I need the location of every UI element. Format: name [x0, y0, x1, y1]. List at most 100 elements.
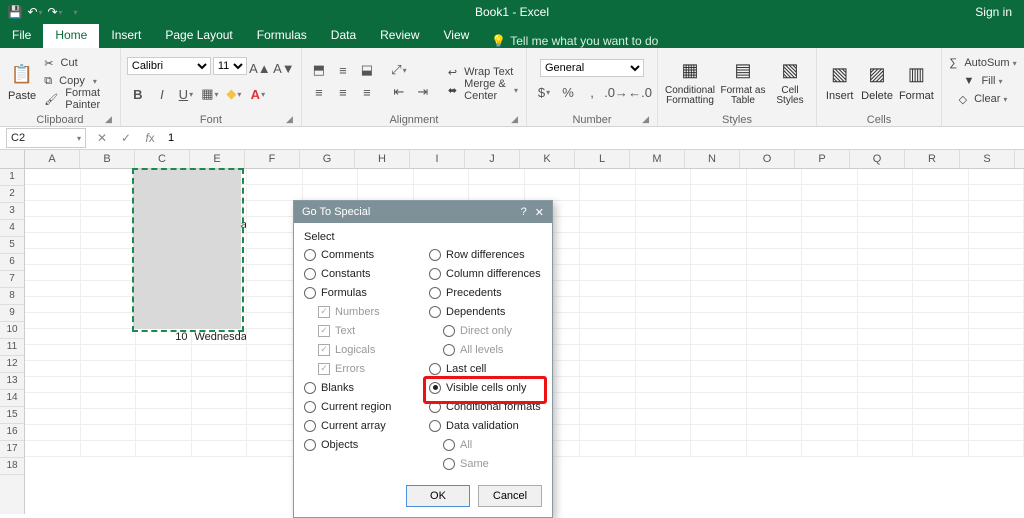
- conditional-formatting-button[interactable]: ▦Conditional Formatting: [664, 56, 716, 106]
- cell[interactable]: [858, 217, 914, 233]
- cell[interactable]: [636, 425, 692, 441]
- cell[interactable]: [25, 169, 81, 185]
- qat-customize-icon[interactable]: ▾: [68, 5, 82, 19]
- align-right-button[interactable]: ≡: [356, 81, 378, 103]
- fill-color-button[interactable]: ◆▾: [223, 83, 245, 105]
- cell[interactable]: [358, 185, 414, 201]
- cell[interactable]: [580, 329, 636, 345]
- cell[interactable]: [25, 185, 81, 201]
- cell[interactable]: [303, 185, 359, 201]
- row-header[interactable]: 9: [0, 305, 24, 322]
- cell[interactable]: [25, 233, 81, 249]
- cell[interactable]: [25, 265, 81, 281]
- cell[interactable]: [747, 233, 803, 249]
- column-header[interactable]: F: [245, 150, 300, 168]
- bold-button[interactable]: B: [127, 83, 149, 105]
- cell[interactable]: [858, 425, 914, 441]
- cell[interactable]: [25, 393, 81, 409]
- cell[interactable]: [691, 425, 747, 441]
- cell[interactable]: [691, 329, 747, 345]
- clear-button[interactable]: ◇ Clear▾: [957, 90, 1010, 108]
- cell[interactable]: [25, 361, 81, 377]
- cell[interactable]: [81, 217, 137, 233]
- cell[interactable]: [525, 185, 581, 201]
- cell[interactable]: [636, 169, 692, 185]
- cell[interactable]: [636, 377, 692, 393]
- cell[interactable]: [469, 169, 525, 185]
- grow-font-button[interactable]: A▲: [249, 57, 271, 79]
- cell[interactable]: 10: [136, 329, 192, 345]
- cell[interactable]: [969, 377, 1024, 393]
- cell[interactable]: [747, 409, 803, 425]
- autosum-button[interactable]: ∑ AutoSum▾: [947, 54, 1018, 72]
- cell[interactable]: [913, 377, 969, 393]
- cell[interactable]: [136, 169, 192, 185]
- cell[interactable]: [802, 185, 858, 201]
- enter-formula-icon[interactable]: ✓: [118, 131, 134, 145]
- cell[interactable]: [969, 345, 1024, 361]
- cell[interactable]: [802, 345, 858, 361]
- cell[interactable]: Friday: [192, 249, 248, 265]
- cell[interactable]: [636, 393, 692, 409]
- column-header[interactable]: R: [905, 150, 960, 168]
- cell[interactable]: [636, 345, 692, 361]
- cell[interactable]: [580, 441, 636, 457]
- cell[interactable]: [913, 281, 969, 297]
- font-size-select[interactable]: 11: [213, 57, 247, 75]
- radio-row-differences[interactable]: Row differences: [429, 247, 542, 262]
- tell-me-search[interactable]: 💡 Tell me what you want to do: [481, 34, 668, 48]
- dialog-help-icon[interactable]: ?: [521, 206, 527, 219]
- cell[interactable]: [81, 249, 137, 265]
- cell[interactable]: [747, 361, 803, 377]
- launcher-icon[interactable]: ◢: [286, 114, 293, 125]
- row-header[interactable]: 3: [0, 203, 24, 220]
- radio-last-cell[interactable]: Last cell: [429, 361, 542, 376]
- cell[interactable]: [858, 281, 914, 297]
- cell[interactable]: [580, 217, 636, 233]
- cell[interactable]: [25, 329, 81, 345]
- formula-input[interactable]: [166, 131, 370, 145]
- cell[interactable]: [25, 409, 81, 425]
- ok-button[interactable]: OK: [406, 485, 470, 507]
- cell[interactable]: [691, 361, 747, 377]
- sign-in-link[interactable]: Sign in: [963, 5, 1024, 19]
- row-header[interactable]: 11: [0, 339, 24, 356]
- radio-conditional-formats[interactable]: Conditional formats: [429, 399, 542, 414]
- row-header[interactable]: 8: [0, 288, 24, 305]
- cell[interactable]: [81, 409, 137, 425]
- cell[interactable]: [25, 249, 81, 265]
- cell[interactable]: [802, 201, 858, 217]
- cell[interactable]: [25, 201, 81, 217]
- column-header[interactable]: B: [80, 150, 135, 168]
- cancel-formula-icon[interactable]: ✕: [94, 131, 110, 145]
- cell-styles-button[interactable]: ▧Cell Styles: [770, 56, 810, 106]
- cell[interactable]: [802, 425, 858, 441]
- orientation-button[interactable]: ⤢▾: [388, 59, 410, 81]
- cell[interactable]: [580, 345, 636, 361]
- cell[interactable]: [414, 169, 470, 185]
- cell[interactable]: [747, 393, 803, 409]
- column-header[interactable]: L: [575, 150, 630, 168]
- cell[interactable]: Wednesday: [192, 217, 248, 233]
- cell[interactable]: 3: [136, 217, 192, 233]
- cell[interactable]: [636, 361, 692, 377]
- italic-button[interactable]: I: [151, 83, 173, 105]
- align-top-button[interactable]: ⬒: [308, 59, 330, 81]
- border-button[interactable]: ▦▾: [199, 83, 221, 105]
- cell[interactable]: [81, 393, 137, 409]
- cell[interactable]: [636, 281, 692, 297]
- cell[interactable]: [969, 281, 1024, 297]
- radio-column-differences[interactable]: Column differences: [429, 266, 542, 281]
- cell[interactable]: [747, 265, 803, 281]
- cell[interactable]: [802, 297, 858, 313]
- cell[interactable]: [747, 313, 803, 329]
- radio-data-validation[interactable]: Data validation: [429, 418, 542, 433]
- column-header[interactable]: N: [685, 150, 740, 168]
- cell[interactable]: [747, 249, 803, 265]
- cell[interactable]: [969, 409, 1024, 425]
- cell[interactable]: [913, 249, 969, 265]
- cell[interactable]: [580, 265, 636, 281]
- cell[interactable]: [747, 377, 803, 393]
- cell[interactable]: [913, 297, 969, 313]
- cell[interactable]: [747, 185, 803, 201]
